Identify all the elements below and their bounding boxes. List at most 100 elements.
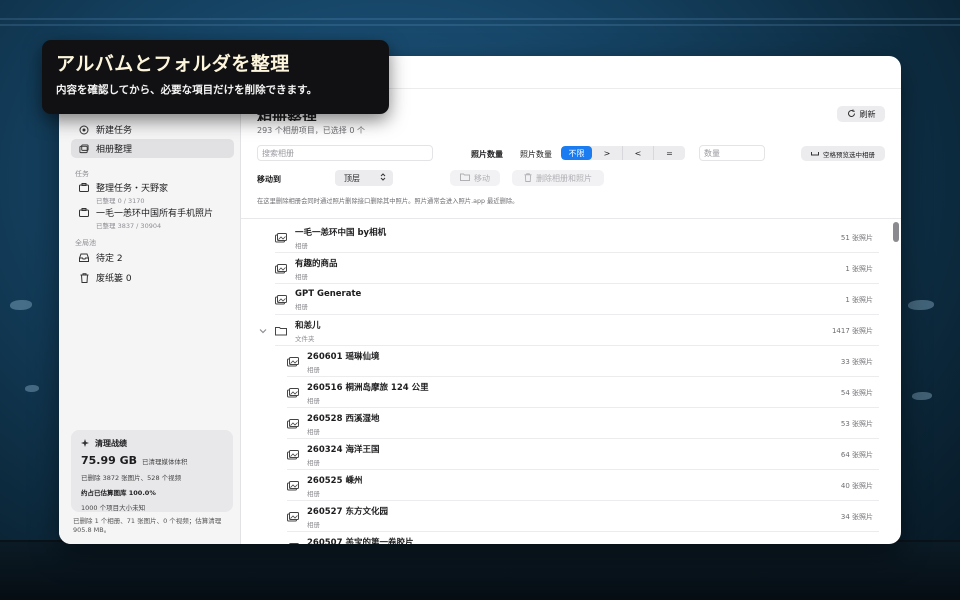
segment-equal[interactable]: = <box>654 146 685 160</box>
album-row[interactable]: 260527 东方文化园 相册 34 张照片 <box>287 502 879 532</box>
list-scrollbar[interactable] <box>893 222 899 242</box>
task-progress: 已整理 0 / 3170 <box>96 197 145 205</box>
move-to-label: 移动到 <box>257 175 281 184</box>
trash-icon <box>524 172 532 184</box>
sidebar-task-2[interactable]: 一毛一恙环中国所有手机照片 已整理 3837 / 30904 <box>79 206 234 230</box>
list-divider <box>241 218 901 219</box>
segment-any[interactable]: 不限 <box>561 146 592 160</box>
refresh-button[interactable]: 刷新 <box>837 106 885 122</box>
album-row[interactable]: GPT Generate 相册 1 张照片 <box>275 285 879 315</box>
album-row[interactable]: 260324 海洋王国 相册 64 张照片 <box>287 440 879 470</box>
stats-ratio: 约占已估算图库 100.0% <box>81 489 156 497</box>
sparkle-icon <box>81 438 89 449</box>
photo-count: 54 张照片 <box>840 388 873 397</box>
album-icon <box>287 387 299 398</box>
photo-stack-icon <box>79 143 89 154</box>
album-icon <box>287 511 299 522</box>
task-title: 一毛一恙环中国所有手机照片 <box>96 209 214 219</box>
album-name: 一毛一恙环中国 by相机 <box>295 227 387 238</box>
album-kind: 相册 <box>295 302 308 311</box>
section-header-global: 全局池 <box>75 239 96 247</box>
folder-row[interactable]: 和恙儿 文件夹 1417 张照片 <box>275 316 879 346</box>
album-icon <box>287 418 299 429</box>
album-kind: 相册 <box>307 365 320 374</box>
stats-size-label: 已清理媒体体积 <box>142 458 188 466</box>
page-subtitle: 293 个相册项目，已选择 0 个 <box>257 126 365 135</box>
stats-card: 清理战绩 75.99 GB 已清理媒体体积 已删除 3872 张图片、528 个… <box>71 430 233 512</box>
feature-callout: アルバムとフォルダを整理 内容を確認してから、必要な項目だけを削除できます。 <box>42 40 389 114</box>
folder-kind: 文件夹 <box>295 334 315 343</box>
photo-count: 34 张照片 <box>840 512 873 521</box>
preview-selected-button[interactable]: 空格预览选中相册 <box>801 146 885 161</box>
photo-count: 40 张照片 <box>840 481 873 490</box>
background-silhouettes <box>0 542 960 600</box>
sidebar-item-album-organize[interactable]: 相册整理 <box>71 139 234 158</box>
album-name: 260525 嵊州 <box>307 475 363 486</box>
trash-icon <box>79 272 89 283</box>
photo-count: 53 张照片 <box>840 419 873 428</box>
move-label: 移动 <box>474 173 490 183</box>
task-title: 整理任务・天野家 <box>96 184 169 194</box>
chevron-updown-icon <box>380 173 386 183</box>
folder-icon <box>460 173 470 183</box>
album-row[interactable]: 260516 桐洲岛摩旅 124 公里 相册 54 张照片 <box>287 378 879 408</box>
delete-label: 删除相册和照片 <box>536 173 592 183</box>
stats-deleted: 已删除 3872 张图片、528 个视频 <box>81 474 182 482</box>
album-name: 有趣的商品 <box>295 258 338 269</box>
background-fish <box>912 392 932 400</box>
tray-icon <box>79 253 89 263</box>
album-name: 260527 东方文化园 <box>307 506 388 517</box>
filter-label: 照片数量 <box>471 150 503 159</box>
album-name: 260507 羔宝的第一卷胶片 <box>307 538 414 544</box>
section-header-tasks: 任务 <box>75 170 89 178</box>
background-fish <box>25 385 39 392</box>
task-progress: 已整理 3837 / 30904 <box>96 222 162 230</box>
album-name: 260528 西溪湿地 <box>307 413 380 424</box>
quantity-input[interactable]: 数量 <box>699 145 765 161</box>
segment-less[interactable]: < <box>623 146 654 160</box>
sidebar-item-pending[interactable]: 待定 2 <box>71 248 234 267</box>
photo-count: 1 张照片 <box>845 264 873 273</box>
photo-count: 33 张照片 <box>840 357 873 366</box>
preview-label: 空格预览选中相册 <box>823 150 875 159</box>
sidebar-item-new-task[interactable]: 新建任务 <box>71 120 234 139</box>
briefcase-icon <box>79 208 89 218</box>
album-kind: 相册 <box>307 396 320 405</box>
refresh-label: 刷新 <box>859 109 876 119</box>
chevron-down-icon[interactable] <box>259 327 267 336</box>
callout-title: アルバムとフォルダを整理 <box>56 53 290 75</box>
photo-count: 64 张照片 <box>840 450 873 459</box>
album-kind: 相册 <box>307 458 320 467</box>
background-stripe <box>0 24 960 26</box>
album-icon <box>287 356 299 367</box>
space-key-icon <box>811 150 819 158</box>
album-row[interactable]: 260601 瑶琳仙境 相册 33 张照片 <box>287 347 879 377</box>
album-kind: 相册 <box>295 241 308 250</box>
move-button[interactable]: 移动 <box>450 170 500 186</box>
background-fish <box>10 300 32 310</box>
album-name: 260516 桐洲岛摩旅 124 公里 <box>307 382 429 393</box>
album-row[interactable]: 260507 羔宝的第一卷胶片相册 <box>287 533 879 544</box>
move-target-select[interactable]: 顶层 <box>335 170 393 186</box>
album-row[interactable]: 260528 西溪湿地 相册 53 张照片 <box>287 409 879 439</box>
search-input[interactable]: 搜索相册 <box>257 145 433 161</box>
app-window: 新建任务 相册整理 任务 整理任务・天野家 已整理 0 / 3170 一毛一恙环… <box>59 56 901 544</box>
album-icon <box>275 232 287 243</box>
callout-subtitle: 内容を確認してから、必要な項目だけを削除できます。 <box>56 84 318 96</box>
segment-greater[interactable]: > <box>592 146 623 160</box>
sidebar: 新建任务 相册整理 任务 整理任务・天野家 已整理 0 / 3170 一毛一恙环… <box>59 56 241 544</box>
album-kind: 相册 <box>307 520 320 529</box>
album-row[interactable]: 一毛一恙环中国 by相机 相册 51 张照片 <box>275 223 879 253</box>
sidebar-item-label: 废纸篓 0 <box>96 274 132 284</box>
album-icon <box>287 543 299 544</box>
album-icon <box>275 294 287 305</box>
album-row[interactable]: 260525 嵊州 相册 40 张照片 <box>287 471 879 501</box>
sidebar-task-1[interactable]: 整理任务・天野家 已整理 0 / 3170 <box>79 181 234 205</box>
delete-albums-button[interactable]: 删除相册和照片 <box>512 170 604 186</box>
album-kind: 相册 <box>307 489 320 498</box>
folder-icon <box>275 326 287 336</box>
filter-label-secondary: 照片数量 <box>520 150 552 159</box>
sidebar-item-trash[interactable]: 废纸篓 0 <box>71 268 234 287</box>
album-icon <box>287 449 299 460</box>
album-row[interactable]: 有趣的商品 相册 1 张照片 <box>275 254 879 284</box>
